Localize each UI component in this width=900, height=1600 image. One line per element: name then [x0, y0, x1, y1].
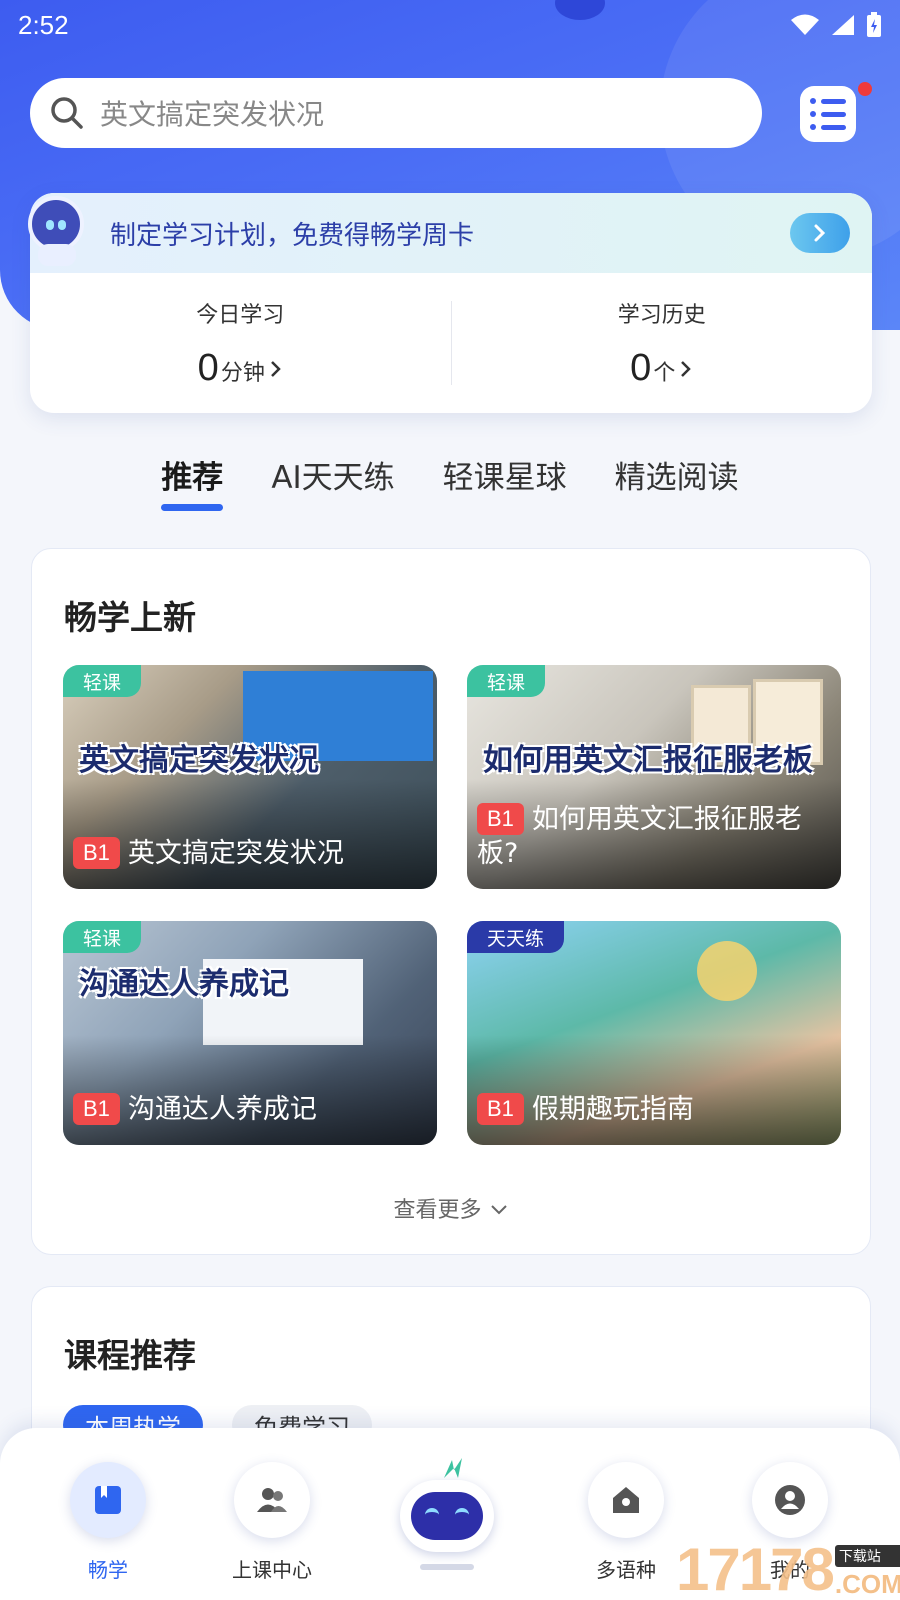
course-title: 英文搞定突发状况: [127, 838, 344, 869]
stat-label: 学习历史: [617, 302, 706, 328]
today-study-stat[interactable]: 今日学习 0 分钟: [30, 273, 451, 413]
signal-icon: [832, 15, 854, 35]
nav-label: 多语种: [596, 1558, 656, 1582]
stat-value: 0: [630, 346, 652, 389]
course-card[interactable]: 轻课 英文搞定突发状况 B1 英文搞定突发状况: [63, 665, 437, 889]
course-card[interactable]: 轻课 沟通达人养成记 B1 沟通达人养成记: [63, 921, 437, 1145]
course-caption: B1 如何用英文汇报征服老板?: [477, 803, 827, 871]
status-icons: [790, 12, 882, 38]
robot-antenna: [444, 1458, 462, 1478]
search-icon: [51, 97, 83, 129]
course-tag: 天天练: [467, 921, 565, 953]
course-caption: B1 假期趣玩指南: [477, 1093, 827, 1127]
stat-unit: 分钟: [220, 360, 265, 386]
stat-label: 今日学习: [196, 302, 285, 328]
tab-reading[interactable]: 精选阅读: [615, 440, 739, 497]
thumbnail-title: 如何用英文汇报征服老板: [483, 743, 813, 778]
status-time: 2:52: [18, 9, 69, 40]
study-plan-text: 制定学习计划，免费得畅学周卡: [110, 220, 475, 251]
stat-unit: 个: [653, 360, 676, 386]
level-badge: B1: [477, 803, 524, 835]
stat-value: 0: [197, 346, 219, 389]
course-tag: 轻课: [63, 921, 142, 953]
status-bar: 2:52: [0, 0, 900, 50]
section-title: 畅学上新: [64, 598, 196, 637]
chevron-right-icon[interactable]: [790, 213, 850, 253]
nav-item-study[interactable]: 畅学: [48, 1462, 168, 1583]
course-caption: B1 英文搞定突发状况: [73, 837, 423, 871]
section-title: 课程推荐: [64, 1336, 196, 1375]
thumbnail-title: 沟通达人养成记: [79, 967, 289, 1002]
level-badge: B1: [477, 1093, 524, 1125]
wifi-icon: [791, 14, 819, 35]
level-badge: B1: [73, 1093, 120, 1125]
tab-ai-daily[interactable]: AI天天练: [271, 440, 394, 497]
chevron-down-icon: [490, 1205, 507, 1215]
course-tag: 轻课: [467, 665, 546, 697]
battery-icon: [867, 12, 881, 37]
notification-dot: [858, 82, 872, 96]
search-input[interactable]: 英文搞定突发状况: [30, 78, 762, 148]
watermark-number: 17178: [676, 1536, 835, 1600]
category-tabs: 推荐 AI天天练 轻课星球 精选阅读: [0, 440, 900, 511]
level-badge: B1: [73, 837, 120, 869]
tab-recommend[interactable]: 推荐: [161, 440, 224, 511]
watermark-badge: 下载站: [834, 1545, 900, 1567]
see-more-label: 查看更多: [393, 1198, 482, 1223]
robot-icon[interactable]: [398, 1458, 498, 1570]
study-plan-banner[interactable]: 制定学习计划，免费得畅学周卡: [30, 193, 872, 273]
tab-light-course[interactable]: 轻课星球: [443, 440, 567, 497]
study-list-button[interactable]: [800, 86, 856, 142]
course-thumbnail: [697, 941, 757, 1001]
course-title: 如何用英文汇报征服老板?: [477, 804, 802, 869]
watermark-domain: .COM: [834, 1569, 900, 1599]
course-title: 沟通达人养成记: [127, 1094, 317, 1125]
chevron-right-icon: [270, 360, 281, 377]
list-icon: [810, 98, 846, 104]
course-card[interactable]: 轻课 如何用英文汇报征服老板 B1 如何用英文汇报征服老板?: [467, 665, 841, 889]
nav-item-multilingual[interactable]: 多语种: [566, 1462, 686, 1583]
search-placeholder: 英文搞定突发状况: [100, 98, 325, 131]
see-more-button[interactable]: 查看更多: [32, 1192, 870, 1224]
course-tag: 轻课: [63, 665, 142, 697]
course-title: 假期趣玩指南: [531, 1094, 694, 1125]
chevron-right-icon: [681, 360, 692, 377]
users-icon: [257, 1488, 287, 1512]
study-plan-card: 制定学习计划，免费得畅学周卡 今日学习 0 分钟 学习历史 0 个: [30, 193, 872, 413]
course-caption: B1 沟通达人养成记: [73, 1093, 423, 1127]
thumbnail-title: 英文搞定突发状况: [79, 743, 319, 778]
robot-mascot-body: [38, 244, 76, 266]
watermark-logo: 17178 下载站 .COM: [676, 1530, 900, 1600]
home-icon: [613, 1487, 639, 1513]
nav-label: 畅学: [88, 1558, 128, 1582]
user-icon: [775, 1485, 805, 1515]
course-card[interactable]: 天天练 B1 假期趣玩指南: [467, 921, 841, 1145]
nav-item-class-center[interactable]: 上课中心: [212, 1462, 332, 1583]
study-history-stat[interactable]: 学习历史 0 个: [452, 273, 873, 413]
book-icon: [95, 1486, 121, 1514]
study-stats: 今日学习 0 分钟 学习历史 0 个: [30, 273, 872, 413]
new-courses-section: 畅学上新 轻课 英文搞定突发状况 B1 英文搞定突发状况 轻课 如何用英文汇报征服…: [31, 548, 871, 1255]
nav-label: 上课中心: [232, 1558, 312, 1582]
